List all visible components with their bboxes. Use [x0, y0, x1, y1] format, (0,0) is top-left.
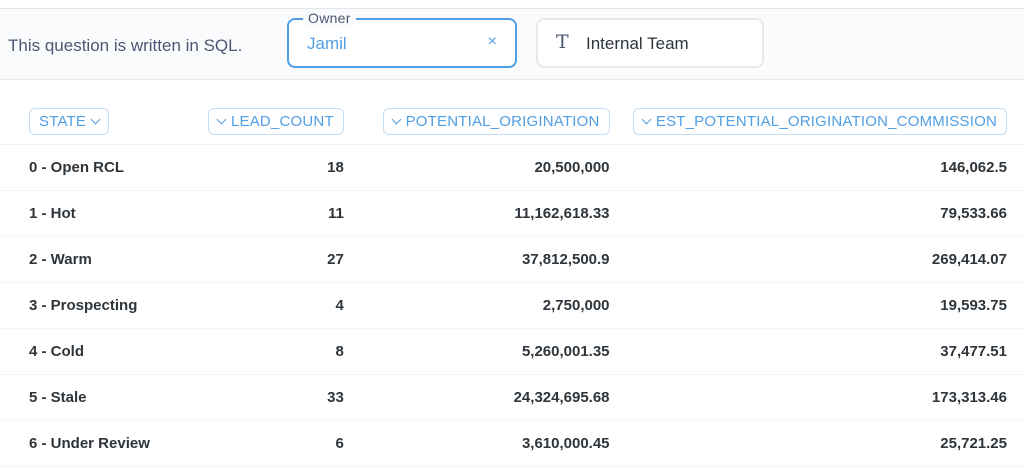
cell-lead-count[interactable]: 33	[154, 374, 344, 421]
column-label-potential-origination: POTENTIAL_ORIGINATION	[405, 113, 600, 130]
table-row: 2 - Warm 27 37,812,500.9 269,414.07	[0, 236, 1024, 283]
cell-state[interactable]: 6 - Under Review	[0, 420, 155, 467]
owner-filter-field[interactable]: Owner Jamil ×	[287, 10, 517, 68]
table-row: 3 - Prospecting 4 2,750,000 19,593.75	[0, 282, 1024, 329]
cell-state[interactable]: 0 - Open RCL	[0, 144, 155, 191]
cell-lead-count[interactable]: 18	[154, 144, 344, 191]
cell-est-commission[interactable]: 146,062.5	[609, 144, 1024, 191]
chevron-down-icon	[391, 114, 402, 125]
column-pill-potential-origination[interactable]: POTENTIAL_ORIGINATION	[382, 108, 610, 135]
table-row: 1 - Hot 11 11,162,618.33 79,533.66	[0, 190, 1024, 237]
text-type-icon: T	[556, 31, 569, 53]
cell-est-commission[interactable]: 269,414.07	[609, 236, 1024, 283]
table-row: 4 - Cold 8 5,260,001.35 37,477.51	[0, 328, 1024, 375]
cell-potential-origination[interactable]: 5,260,001.35	[343, 328, 610, 375]
table-row: 6 - Under Review 6 3,610,000.45 25,721.2…	[0, 420, 1024, 467]
chevron-down-icon	[641, 114, 652, 125]
owner-filter-legend: Owner	[303, 10, 356, 26]
header-row: STATE LEAD_COUNT POTENTIAL_ORIGINATION E…	[0, 100, 1024, 145]
column-header-est-commission: EST_POTENTIAL_ORIGINATION_COMMISSION	[609, 100, 1024, 145]
cell-state[interactable]: 4 - Cold	[0, 328, 155, 375]
cell-state[interactable]: 5 - Stale	[0, 374, 155, 421]
filter-bar: This question is written in SQL. Owner J…	[0, 9, 1024, 80]
cell-state[interactable]: 3 - Prospecting	[0, 282, 155, 329]
cell-est-commission[interactable]: 173,313.46	[609, 374, 1024, 421]
cell-lead-count[interactable]: 11	[154, 190, 344, 237]
internal-team-filter[interactable]: T Internal Team	[536, 18, 764, 68]
column-pill-state[interactable]: STATE	[29, 108, 110, 135]
cell-state[interactable]: 2 - Warm	[0, 236, 155, 283]
cell-potential-origination[interactable]: 37,812,500.9	[343, 236, 610, 283]
column-header-state: STATE	[0, 100, 155, 145]
cell-est-commission[interactable]: 19,593.75	[609, 282, 1024, 329]
cell-lead-count[interactable]: 6	[154, 420, 344, 467]
column-label-lead-count: LEAD_COUNT	[230, 113, 334, 130]
cell-potential-origination[interactable]: 2,750,000	[343, 282, 610, 329]
cell-est-commission[interactable]: 25,721.25	[609, 420, 1024, 467]
chevron-down-icon	[90, 114, 101, 125]
chevron-down-icon	[216, 114, 227, 125]
close-icon[interactable]: ×	[488, 33, 497, 51]
results-table: STATE LEAD_COUNT POTENTIAL_ORIGINATION E…	[0, 100, 1024, 467]
cell-lead-count[interactable]: 4	[154, 282, 344, 329]
column-pill-est-commission[interactable]: EST_POTENTIAL_ORIGINATION_COMMISSION	[632, 108, 1007, 135]
cell-est-commission[interactable]: 37,477.51	[609, 328, 1024, 375]
cell-est-commission[interactable]: 79,533.66	[609, 190, 1024, 237]
sql-note: This question is written in SQL.	[8, 36, 243, 55]
column-header-potential-origination: POTENTIAL_ORIGINATION	[343, 100, 610, 145]
cell-potential-origination[interactable]: 3,610,000.45	[343, 420, 610, 467]
column-label-state: STATE	[39, 113, 87, 130]
internal-team-label: Internal Team	[586, 34, 689, 53]
cell-lead-count[interactable]: 8	[154, 328, 344, 375]
owner-filter-value[interactable]: Jamil	[307, 34, 347, 54]
column-pill-lead-count[interactable]: LEAD_COUNT	[207, 108, 344, 135]
column-label-est-commission: EST_POTENTIAL_ORIGINATION_COMMISSION	[655, 113, 997, 130]
cell-potential-origination[interactable]: 20,500,000	[343, 144, 610, 191]
column-header-lead-count: LEAD_COUNT	[154, 100, 344, 145]
cell-potential-origination[interactable]: 24,324,695.68	[343, 374, 610, 421]
top-border	[0, 0, 1024, 9]
table-row: 0 - Open RCL 18 20,500,000 146,062.5	[0, 144, 1024, 191]
cell-potential-origination[interactable]: 11,162,618.33	[343, 190, 610, 237]
cell-state[interactable]: 1 - Hot	[0, 190, 155, 237]
cell-lead-count[interactable]: 27	[154, 236, 344, 283]
table-row: 5 - Stale 33 24,324,695.68 173,313.46	[0, 374, 1024, 421]
